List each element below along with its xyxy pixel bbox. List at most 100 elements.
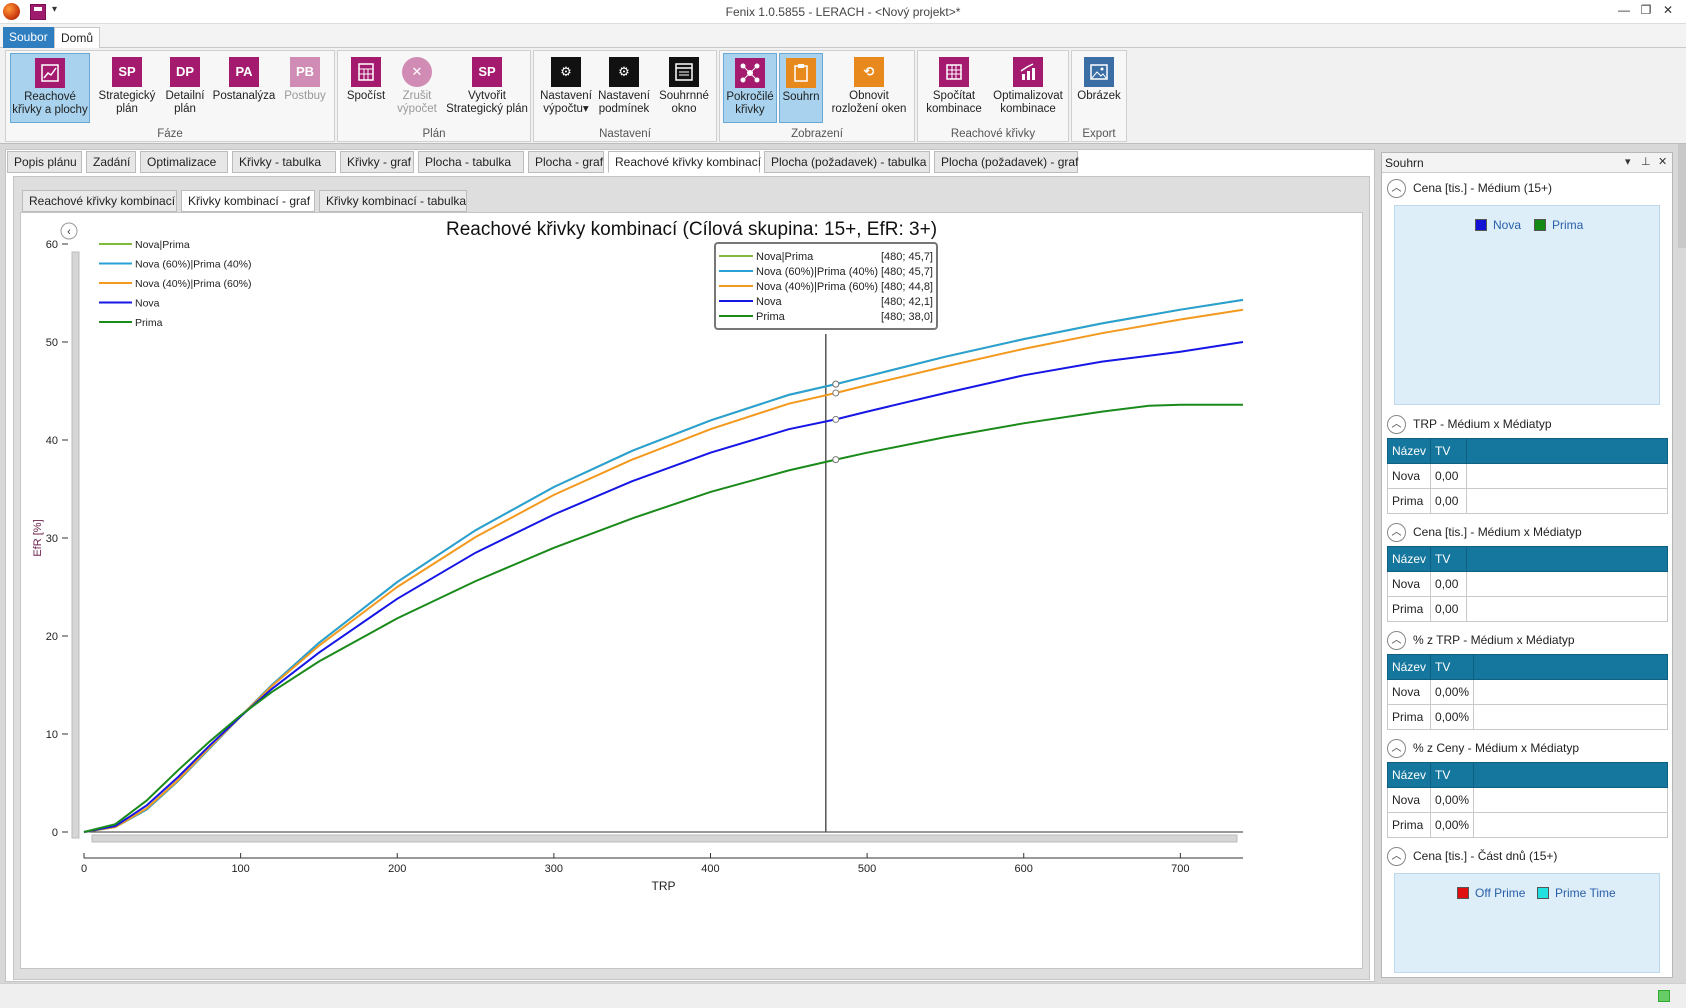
menu-home[interactable]: Domů xyxy=(54,27,101,48)
legend-swatch xyxy=(1534,219,1546,231)
advanced-curves-button[interactable]: Pokročilé křivky xyxy=(723,53,777,123)
table-row[interactable]: Prima 0,00% xyxy=(1386,812,1668,838)
create-strategic-plan-button[interactable]: SP Vytvořit Strategický plán xyxy=(444,53,530,123)
minimize-icon[interactable]: — xyxy=(1614,3,1634,19)
panel-dropdown-icon[interactable]: ▾ xyxy=(1625,155,1631,168)
pb-icon: PB xyxy=(290,57,320,87)
tab-area-requirement-chart[interactable]: Plocha (požadavek) - graf xyxy=(934,151,1078,173)
table-row[interactable]: Nova 0,00 xyxy=(1386,571,1668,597)
ribbon-group-label: Reachové křivky xyxy=(950,128,1036,140)
tooltip-series-name: Nova (40%)|Prima (60%) xyxy=(756,281,878,293)
x-tick-label: 700 xyxy=(1171,863,1189,875)
close-icon[interactable]: ✕ xyxy=(1658,3,1678,19)
x-axis-label: TRP xyxy=(652,879,676,893)
y-tick-label: 10 xyxy=(46,729,58,741)
reset-layout-button[interactable]: ⟲ Obnovit rozložení oken xyxy=(825,53,913,123)
title-bar: ▾ Fenix 1.0.5855 - LERACH - <Nový projek… xyxy=(0,0,1686,24)
collapse-icon[interactable]: ︿ xyxy=(1387,523,1406,542)
collapse-icon[interactable]: ︿ xyxy=(1387,415,1406,434)
tab-curves-table[interactable]: Křivky - tabulka xyxy=(232,151,336,173)
table-row[interactable]: Prima 0,00 xyxy=(1386,488,1668,514)
refresh-icon: ⟲ xyxy=(854,57,884,87)
pa-icon: PA xyxy=(229,57,259,87)
table-row[interactable]: Prima 0,00% xyxy=(1386,704,1668,730)
panel-close-icon[interactable]: ✕ xyxy=(1658,155,1667,168)
tab-area-chart[interactable]: Plocha - graf xyxy=(528,151,604,173)
y-tick-label: 30 xyxy=(46,533,58,545)
ribbon-group-view: Pokročilé křivky Souhrn ⟲ Obnovit rozlož… xyxy=(719,50,915,142)
strategic-plan-button[interactable]: SP Strategický plán xyxy=(96,53,158,123)
dp-icon: DP xyxy=(170,57,200,87)
column-header: TV xyxy=(1430,762,1475,788)
data-point-marker xyxy=(832,415,840,423)
optimize-combinations-button[interactable]: Optimalizovat kombinace xyxy=(988,53,1068,123)
calculate-combinations-button[interactable]: Spočítat kombinace xyxy=(922,53,986,123)
postanalysis-button[interactable]: PA Postanalýza xyxy=(212,53,276,123)
table-row[interactable]: Nova 0,00% xyxy=(1386,787,1668,813)
summary-window-button[interactable]: Souhrnné okno xyxy=(654,53,714,123)
clipboard-icon xyxy=(786,58,816,88)
collapse-icon[interactable]: ︿ xyxy=(1387,179,1406,198)
tooltip-value: [480; 45,7] xyxy=(881,266,933,278)
subtab-reach-combinations[interactable]: Reachové křivky kombinací xyxy=(22,190,177,212)
summary-button[interactable]: Souhrn xyxy=(779,53,823,123)
ribbon: Reachové křivky a plochy SP Strategický … xyxy=(0,48,1686,144)
reach-chart[interactable]: 01020304050600 100 200 300 400 500 600 700TRPEf… xyxy=(21,213,1362,968)
chart-icon xyxy=(1013,57,1043,87)
collapse-icon[interactable]: ︿ xyxy=(1387,847,1406,866)
image-icon xyxy=(1084,57,1114,87)
table-row[interactable]: Nova 0,00% xyxy=(1386,679,1668,705)
reach-curves-button[interactable]: Reachové křivky a plochy xyxy=(10,53,90,123)
table-row[interactable]: Prima 0,00 xyxy=(1386,596,1668,622)
summary-panel: Souhrn ▾ ⊥ ✕ ︿ Cena [tis.] - Médium (15+… xyxy=(1381,152,1673,978)
tab-optimization[interactable]: Optimalizace xyxy=(140,151,228,173)
restore-icon[interactable]: ❐ xyxy=(1636,3,1656,19)
tab-reach-combinations[interactable]: Reachové křivky kombinací xyxy=(608,151,761,173)
tab-plan-description[interactable]: Popis plánu xyxy=(7,151,82,173)
pin-icon[interactable]: ⊥ xyxy=(1641,155,1651,168)
summary-panel-header: Souhrn ▾ ⊥ ✕ xyxy=(1382,153,1672,173)
x-tick-label: 400 xyxy=(701,863,719,875)
legend-label: Nova (60%)|Prima (40%) xyxy=(135,259,252,271)
export-image-button[interactable]: Obrázek xyxy=(1074,53,1124,123)
menu-bar: Soubor Domů xyxy=(0,24,1686,48)
ribbon-group-phase: Reachové křivky a plochy SP Strategický … xyxy=(5,50,335,142)
subtab-combinations-table[interactable]: Křivky kombinací - tabulka xyxy=(319,190,467,212)
chart-container: Reachové křivky kombinací (Cílová skupin… xyxy=(20,212,1363,969)
window-icon xyxy=(669,57,699,87)
series-line xyxy=(83,308,1244,833)
grid-icon xyxy=(939,57,969,87)
calculation-settings-button[interactable]: ⚙ Nastavení výpočtu▾ xyxy=(538,53,594,123)
cancel-calculation-button[interactable]: ✕ Zrušit výpočet xyxy=(392,53,442,123)
tooltip-value: [480; 38,0] xyxy=(881,311,933,323)
tab-area-requirement-table[interactable]: Plocha (požadavek) - tabulka xyxy=(764,151,930,173)
tooltip-series-name: Nova|Prima xyxy=(756,251,814,263)
y-axis-label: EfR [%] xyxy=(32,519,44,556)
collapse-icon[interactable]: ︿ xyxy=(1387,631,1406,650)
subtab-combinations-chart[interactable]: Křivky kombinací - graf xyxy=(181,190,315,212)
price-daypart-chart: Off Prime Prime Time xyxy=(1394,873,1660,973)
tooltip-value: [480; 42,1] xyxy=(881,296,933,308)
column-header: Název xyxy=(1386,762,1432,788)
legend-swatch xyxy=(1475,219,1487,231)
menu-file[interactable]: Soubor xyxy=(3,27,54,48)
window-title: Fenix 1.0.5855 - LERACH - <Nový projekt>… xyxy=(725,5,961,19)
postbuy-button[interactable]: PB Postbuy xyxy=(280,53,330,123)
tab-curves-chart[interactable]: Křivky - graf xyxy=(340,151,414,173)
x-tick-label: 200 xyxy=(388,863,406,875)
conditions-settings-button[interactable]: ⚙ Nastavení podmínek xyxy=(596,53,652,123)
series-line xyxy=(83,298,1244,833)
tab-area-table[interactable]: Plocha - tabulka xyxy=(418,151,524,173)
table-row[interactable]: Nova 0,00 xyxy=(1386,463,1668,489)
detailed-plan-button[interactable]: DP Detailní plán xyxy=(162,53,208,123)
legend-label: Nova (40%)|Prima (60%) xyxy=(135,278,252,290)
sp-icon: SP xyxy=(472,57,502,87)
status-indicator-icon xyxy=(1658,990,1670,1002)
legend-label: Nova|Prima xyxy=(135,239,190,251)
series-line xyxy=(83,298,1244,833)
collapse-icon[interactable]: ︿ xyxy=(1387,739,1406,758)
x-tick-label: 500 xyxy=(858,863,876,875)
calculate-button[interactable]: Spočíst xyxy=(342,53,390,123)
price-medium-chart: Nova Prima xyxy=(1394,205,1660,405)
tab-input[interactable]: Zadání xyxy=(86,151,136,173)
